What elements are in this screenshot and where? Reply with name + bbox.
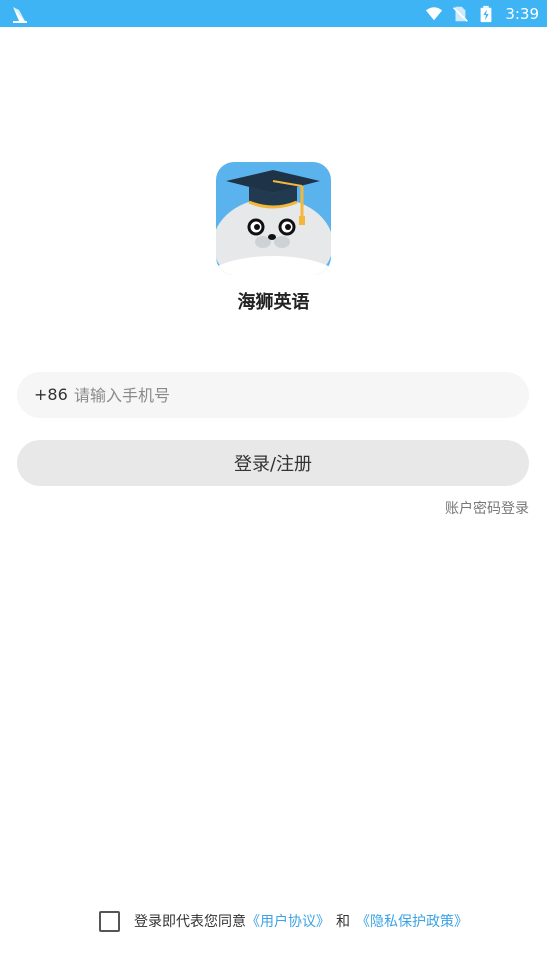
wifi-icon [426, 6, 443, 20]
login-register-button[interactable]: 登录/注册 [17, 440, 529, 486]
agree-checkbox[interactable] [99, 910, 120, 932]
notification-app-icon [13, 7, 27, 23]
password-login-link[interactable]: 账户密码登录 [445, 498, 529, 518]
privacy-policy-link[interactable]: 《隐私保护政策》 [356, 911, 468, 931]
sea-lion-logo-icon [216, 162, 331, 275]
status-bar: 3:39 [0, 0, 547, 27]
app-logo [216, 162, 331, 275]
agreement-prefix: 登录即代表您同意 [134, 914, 246, 930]
battery-charging-icon [480, 5, 492, 22]
app-name: 海狮英语 [237, 292, 310, 313]
no-sim-icon [453, 6, 469, 22]
status-icons: 3:39 [425, 0, 539, 27]
country-code[interactable]: +86 [34, 372, 68, 418]
user-agreement-link[interactable]: 《用户协议》 [246, 911, 330, 931]
phone-input[interactable] [74, 372, 504, 418]
agreement-row: 登录即代表您同意 《用户协议》 和 《隐私保护政策》 [99, 910, 468, 932]
agreement-and: 和 [336, 914, 350, 930]
status-time: 3:39 [505, 4, 539, 23]
phone-field[interactable]: +86 [17, 372, 529, 418]
